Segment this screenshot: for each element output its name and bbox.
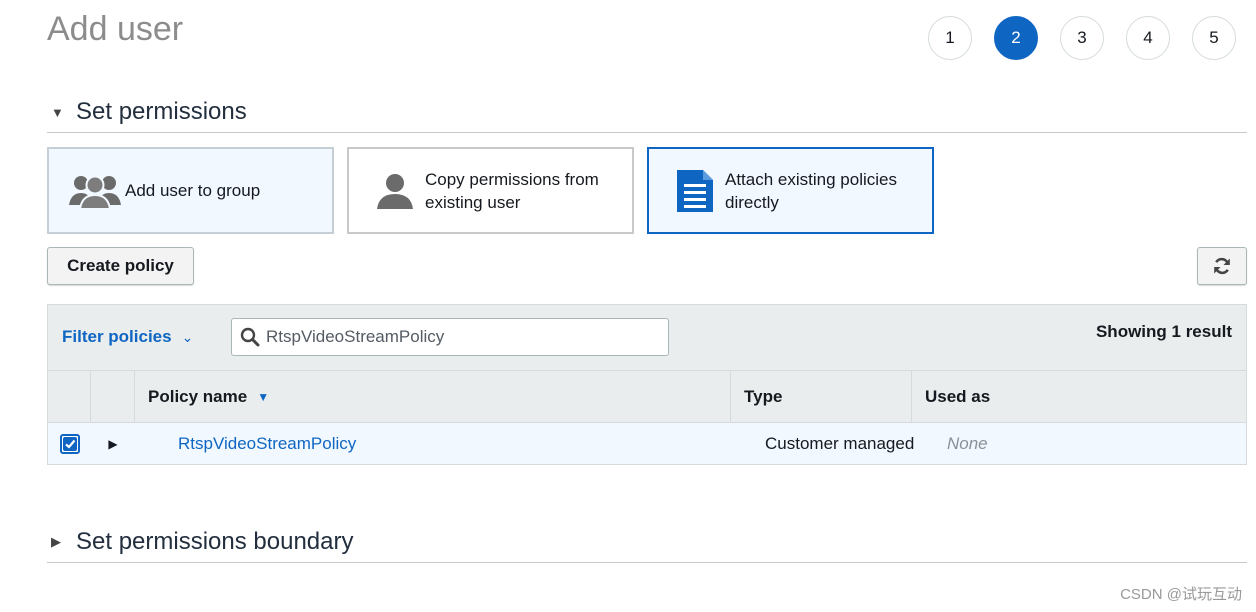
expand-row-icon[interactable]: ▶ bbox=[91, 437, 135, 451]
column-label: Type bbox=[744, 386, 783, 406]
step-1[interactable]: 1 bbox=[928, 16, 972, 60]
table-header: Policy name ▼ Type Used as bbox=[48, 371, 1246, 423]
policy-type: Customer managed bbox=[765, 433, 915, 453]
chevron-down-icon: ⌄ bbox=[181, 329, 194, 345]
filter-bar: Filter policies ⌄ Showing 1 result bbox=[48, 305, 1246, 371]
filter-label: Filter policies bbox=[62, 327, 172, 346]
option-label: Add user to group bbox=[125, 181, 261, 200]
header-select bbox=[48, 371, 91, 422]
column-label: Used as bbox=[925, 386, 991, 406]
header-policy-name[interactable]: Policy name ▼ bbox=[135, 371, 731, 422]
refresh-button[interactable] bbox=[1197, 247, 1247, 285]
row-checkbox[interactable] bbox=[59, 433, 80, 454]
section-title: Set permissions boundary bbox=[76, 528, 354, 555]
watermark: CSDN @试玩互动 bbox=[1120, 586, 1242, 603]
caret-down-icon: ▼ bbox=[51, 104, 64, 120]
column-label: Policy name bbox=[148, 386, 248, 406]
set-permissions-header[interactable]: ▼ Set permissions bbox=[47, 98, 1247, 133]
policy-name-link[interactable]: RtspVideoStreamPolicy bbox=[135, 434, 731, 454]
refresh-icon bbox=[1214, 257, 1230, 275]
document-icon bbox=[665, 166, 725, 216]
option-attach-policies[interactable]: Attach existing policies directly bbox=[647, 147, 934, 234]
section-title: Set permissions bbox=[76, 98, 247, 125]
search-input[interactable] bbox=[266, 327, 646, 347]
step-2[interactable]: 2 bbox=[994, 16, 1038, 60]
caret-right-icon: ▶ bbox=[51, 534, 61, 549]
search-icon bbox=[240, 327, 260, 347]
create-policy-button[interactable]: Create policy bbox=[47, 247, 194, 285]
search-box[interactable] bbox=[231, 318, 669, 356]
policies-table: Filter policies ⌄ Showing 1 result Policy… bbox=[47, 304, 1247, 465]
step-4[interactable]: 4 bbox=[1126, 16, 1170, 60]
sort-down-icon: ▼ bbox=[257, 389, 270, 404]
checkmark-icon bbox=[62, 436, 77, 451]
table-row[interactable]: ▶ RtspVideoStreamPolicy Customer managed… bbox=[48, 423, 1246, 464]
step-5[interactable]: 5 bbox=[1192, 16, 1236, 60]
set-permissions-boundary-header[interactable]: ▶ Set permissions boundary bbox=[47, 528, 1247, 563]
policy-used-as: None bbox=[947, 433, 988, 453]
option-copy-permissions[interactable]: Copy permissions from existing user bbox=[347, 147, 634, 234]
row-select-cell bbox=[48, 433, 91, 454]
header-used-as[interactable]: Used as bbox=[912, 371, 1246, 422]
header-type[interactable]: Type bbox=[731, 371, 912, 422]
header-expand bbox=[91, 371, 135, 422]
users-group-icon bbox=[65, 166, 125, 216]
option-add-user-to-group[interactable]: Add user to group bbox=[47, 147, 334, 234]
option-label: Attach existing policies directly bbox=[725, 169, 897, 212]
step-3[interactable]: 3 bbox=[1060, 16, 1104, 60]
option-label: Copy permissions from existing user bbox=[425, 169, 599, 212]
user-icon bbox=[365, 166, 425, 216]
result-count: Showing 1 result bbox=[1095, 322, 1232, 341]
filter-policies-dropdown[interactable]: Filter policies ⌄ bbox=[62, 327, 193, 347]
wizard-steps: 1 2 3 4 5 bbox=[928, 16, 1236, 60]
page-title: Add user bbox=[47, 10, 184, 48]
